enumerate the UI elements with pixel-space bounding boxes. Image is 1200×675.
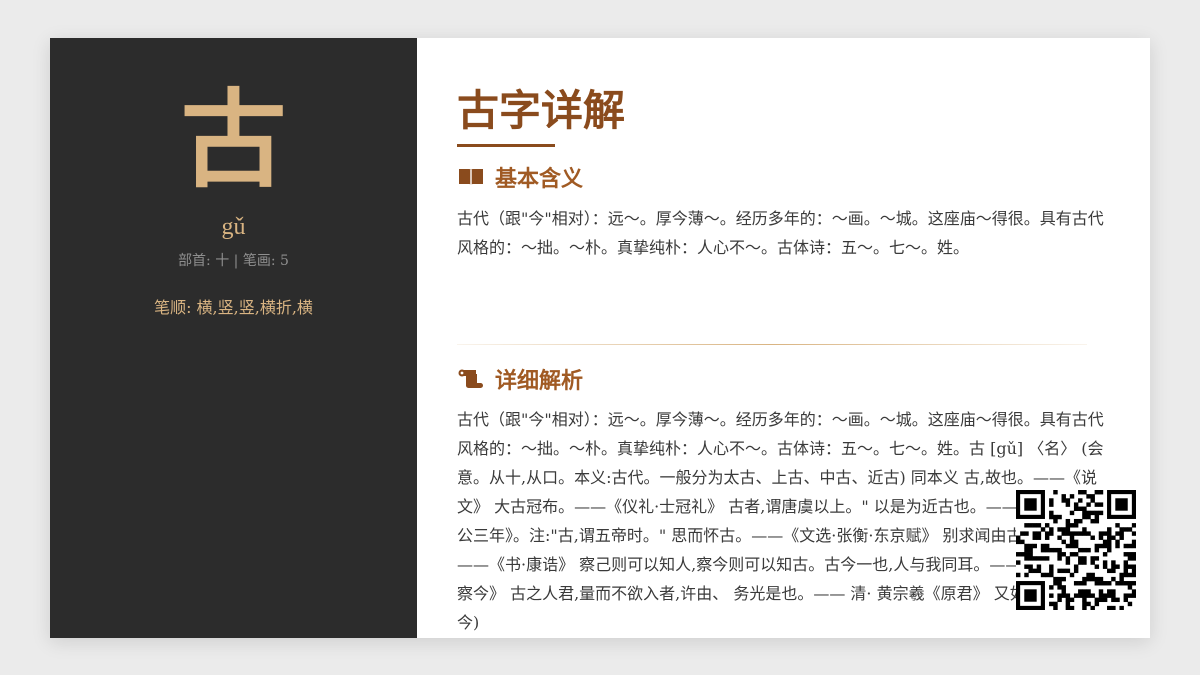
book-icon: [457, 166, 485, 188]
title-underline: [457, 144, 555, 147]
stroke-order: 笔顺: 横,竖,竖,横折,横: [154, 298, 313, 317]
character-sidebar: 古 gǔ 部首: 十 | 笔画: 5 笔顺: 横,竖,竖,横折,横: [50, 38, 417, 638]
character-pinyin: gǔ: [221, 214, 246, 240]
page-title: 古字详解: [457, 86, 626, 135]
detail-title: 详细解析: [495, 368, 584, 394]
basic-meaning-text: 古代（跟"今"相对）：远～。厚今薄～。经历多年的：～画。～城。这座庙～得很。具有…: [457, 209, 1104, 257]
qr-code-icon[interactable]: [1016, 490, 1137, 611]
scroll-icon: [457, 368, 485, 390]
character-glyph: 古: [180, 77, 287, 202]
section-divider: [457, 344, 1087, 345]
detail-header: 详细解析: [457, 364, 583, 394]
card: 古 gǔ 部首: 十 | 笔画: 5 笔顺: 横,竖,竖,横折,横 古字详解 基…: [50, 38, 1150, 638]
basic-meaning-header: 基本含义: [457, 162, 583, 192]
basic-meaning-title: 基本含义: [495, 166, 584, 192]
radical-stroke-count: 部首: 十 | 笔画: 5: [178, 253, 289, 269]
detail-text: 古代（跟"今"相对）：远～。厚今薄～。经历多年的：～画。～城。这座庙～得很。具有…: [457, 410, 1107, 632]
